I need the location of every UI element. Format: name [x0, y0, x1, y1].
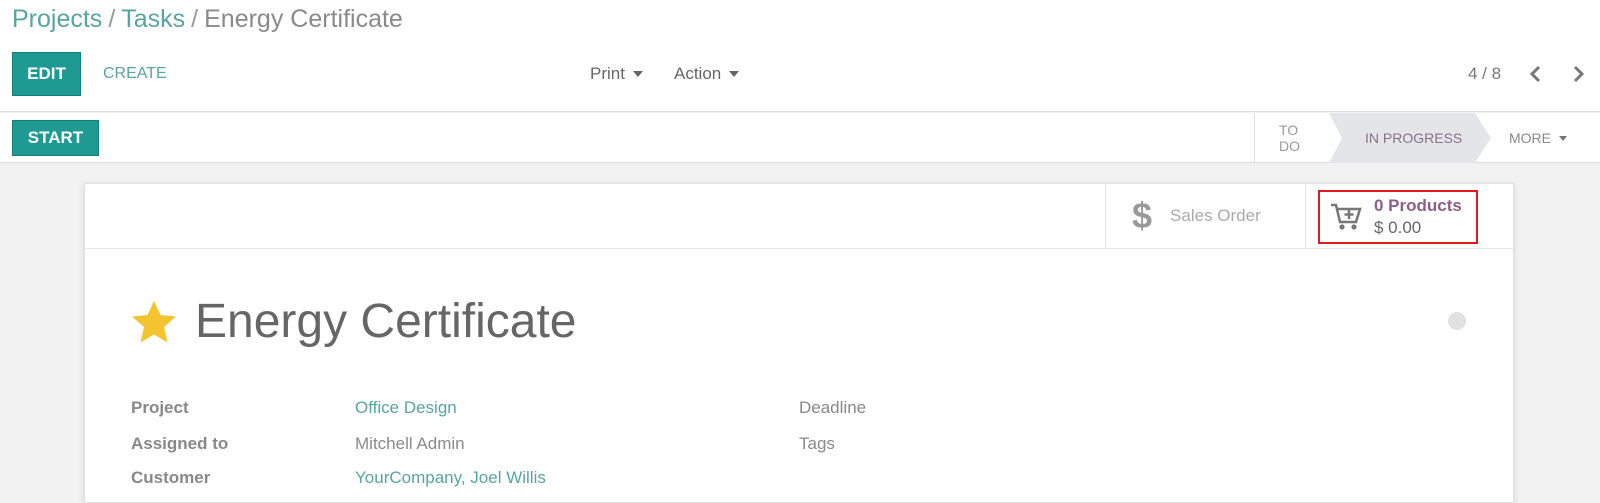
customer-value[interactable]: YourCompany, Joel Willis: [355, 468, 546, 488]
statusbar: START TO DO IN PROGRESS MORE: [0, 113, 1600, 163]
breadcrumb-current: Energy Certificate: [204, 5, 403, 33]
task-title: Energy Certificate: [195, 295, 577, 348]
project-label: Project: [131, 398, 189, 417]
customer-label: Customer: [131, 468, 211, 487]
deadline-label: Deadline: [799, 398, 867, 417]
smart-button-box: $ Sales Order 0 Products $ 0.00: [85, 184, 1513, 249]
more-label: MORE: [1509, 130, 1551, 146]
sales-order-button[interactable]: $ Sales Order: [1105, 184, 1305, 248]
kanban-state-indicator[interactable]: [1448, 312, 1466, 330]
create-button[interactable]: CREATE: [103, 52, 167, 96]
assigned-value[interactable]: Mitchell Admin: [355, 434, 465, 454]
breadcrumb-tasks[interactable]: Tasks: [121, 5, 185, 33]
caret-down-icon: [729, 71, 740, 77]
breadcrumb-separator: /: [108, 5, 116, 33]
action-label: Action: [674, 64, 722, 83]
pager-next-button[interactable]: [1564, 60, 1592, 88]
stage-todo[interactable]: TO DO: [1255, 113, 1337, 163]
products-count: 0 Products: [1374, 196, 1462, 215]
assigned-label: Assigned to: [131, 434, 229, 453]
chevron-right-icon: [1573, 65, 1585, 83]
breadcrumb-separator: /: [191, 5, 199, 33]
breadcrumb: Projects / Tasks / Energy Certificate: [12, 4, 403, 34]
caret-down-icon: [632, 71, 643, 77]
stage-more-dropdown[interactable]: MORE: [1491, 113, 1591, 163]
star-icon[interactable]: [131, 300, 177, 344]
task-title-row: Energy Certificate: [131, 294, 577, 349]
products-button[interactable]: 0 Products $ 0.00: [1318, 190, 1478, 244]
sales-order-label: Sales Order: [1170, 206, 1261, 225]
products-button-container: 0 Products $ 0.00: [1305, 184, 1515, 248]
stage-in-progress[interactable]: IN PROGRESS: [1329, 113, 1491, 163]
project-value[interactable]: Office Design: [355, 398, 457, 418]
caret-down-icon: [1559, 135, 1567, 141]
control-panel: Projects / Tasks / Energy Certificate EDIT C…: [0, 0, 1600, 112]
pager-value[interactable]: 4 / 8: [1468, 52, 1501, 96]
pager-previous-button[interactable]: [1522, 60, 1550, 88]
start-button[interactable]: START: [12, 120, 99, 156]
edit-button[interactable]: EDIT: [12, 52, 81, 96]
chevron-left-icon: [1529, 65, 1541, 83]
cart-plus-icon: [1331, 203, 1362, 230]
products-amount: $ 0.00: [1374, 218, 1422, 237]
tags-label: Tags: [799, 434, 835, 453]
action-dropdown[interactable]: Action: [674, 52, 740, 96]
stage-selector: TO DO IN PROGRESS MORE: [1254, 113, 1591, 163]
breadcrumb-projects[interactable]: Projects: [12, 5, 102, 33]
print-label: Print: [590, 64, 625, 83]
form-sheet: $ Sales Order 0 Products $ 0.00 Energy C…: [84, 183, 1514, 503]
dollar-icon: $: [1132, 195, 1153, 236]
print-dropdown[interactable]: Print: [590, 52, 643, 96]
